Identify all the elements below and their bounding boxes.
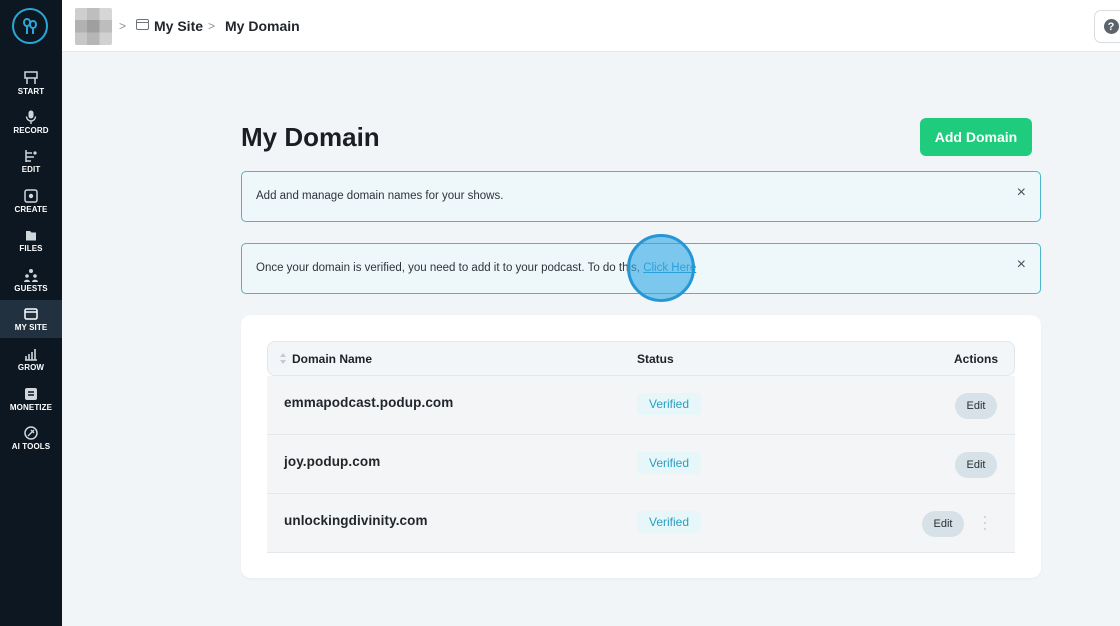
sidebar-item-ai-tools[interactable]: AI TOOLS [0, 419, 62, 457]
sidebar-item-edit[interactable]: EDIT [0, 142, 62, 180]
edit-button[interactable]: Edit [955, 452, 997, 478]
sidebar-item-record[interactable]: RECORD [0, 103, 62, 141]
podup-logo[interactable] [12, 8, 48, 44]
start-icon [22, 70, 40, 86]
avatar[interactable] [75, 8, 112, 45]
more-options-icon[interactable] [983, 516, 987, 530]
sidebar-item-create[interactable]: CREATE [0, 182, 62, 220]
sidebar-item-label: GROW [17, 363, 45, 372]
column-header-domain-name[interactable]: Domain Name [292, 352, 372, 366]
grow-icon [22, 346, 40, 362]
edit-button[interactable]: Edit [922, 511, 964, 537]
column-header-status: Status [637, 352, 674, 366]
top-bar: > My Site > My Domain ? [62, 0, 1120, 52]
sidebar-item-label: GUESTS [14, 284, 48, 293]
domain-name: emmapodcast.podup.com [284, 395, 454, 410]
sort-icon[interactable] [280, 352, 286, 365]
page-title: My Domain [241, 122, 380, 152]
domains-table-card: Domain Name Status Actions emmapodcast.p… [241, 315, 1041, 578]
guests-icon [22, 267, 40, 283]
column-header-actions: Actions [954, 352, 999, 366]
sidebar-item-grow[interactable]: GROW [0, 340, 62, 378]
files-icon [22, 227, 40, 243]
status-badge: Verified [637, 452, 701, 474]
sidebar-item-label: RECORD [13, 126, 49, 135]
add-domain-button[interactable]: Add Domain [920, 118, 1032, 156]
help-button[interactable]: ? [1094, 10, 1120, 43]
breadcrumb-my-site[interactable]: My Site [154, 18, 203, 34]
verification-alert: Once your domain is verified, you need t… [241, 243, 1041, 294]
monetize-icon [22, 386, 40, 402]
sidebar: START RECORD EDIT CREATE FILES GUESTS MY… [0, 0, 62, 626]
table-header: Domain Name Status Actions [267, 341, 1015, 376]
status-badge: Verified [637, 511, 701, 533]
sidebar-item-label: FILES [19, 244, 43, 253]
status-badge: Verified [637, 393, 701, 415]
my-site-icon [136, 19, 149, 30]
table-row: emmapodcast.podup.com Verified Edit [267, 376, 1015, 435]
edit-icon [22, 148, 40, 164]
breadcrumb-my-domain: My Domain [225, 18, 300, 34]
sidebar-item-label: MY SITE [14, 323, 48, 332]
ai-tools-icon [22, 425, 40, 441]
sidebar-item-label: CREATE [14, 205, 48, 214]
sidebar-item-label: MONETIZE [9, 403, 53, 412]
alert-message: Once your domain is verified, you need t… [256, 262, 696, 274]
help-icon: ? [1103, 19, 1119, 34]
close-icon[interactable]: × [1017, 257, 1026, 273]
microphone-icon [22, 109, 40, 125]
sidebar-item-files[interactable]: FILES [0, 221, 62, 259]
create-icon [22, 188, 40, 204]
chevron-right-icon: > [119, 19, 127, 33]
alert-text: Once your domain is verified, you need t… [256, 262, 644, 274]
sidebar-item-my-site[interactable]: MY SITE [0, 300, 62, 338]
close-icon[interactable]: × [1017, 185, 1026, 201]
sidebar-item-guests[interactable]: GUESTS [0, 261, 62, 299]
table-row: unlockingdivinity.com Verified Edit [267, 494, 1015, 553]
edit-button[interactable]: Edit [955, 393, 997, 419]
alert-message: Add and manage domain names for your sho… [256, 190, 504, 202]
table-row: joy.podup.com Verified Edit [267, 435, 1015, 494]
sidebar-item-label: START [17, 87, 45, 96]
click-here-link[interactable]: Click Here [643, 262, 696, 274]
sidebar-item-label: AI TOOLS [11, 442, 51, 451]
sidebar-item-monetize[interactable]: MONETIZE [0, 380, 62, 418]
my-site-icon [22, 306, 40, 322]
sidebar-item-start[interactable]: START [0, 64, 62, 102]
domain-name: unlockingdivinity.com [284, 513, 428, 528]
sidebar-item-label: EDIT [21, 165, 41, 174]
chevron-right-icon: > [208, 19, 216, 33]
logo-icon [23, 17, 37, 34]
info-alert: Add and manage domain names for your sho… [241, 171, 1041, 222]
domain-name: joy.podup.com [284, 454, 381, 469]
